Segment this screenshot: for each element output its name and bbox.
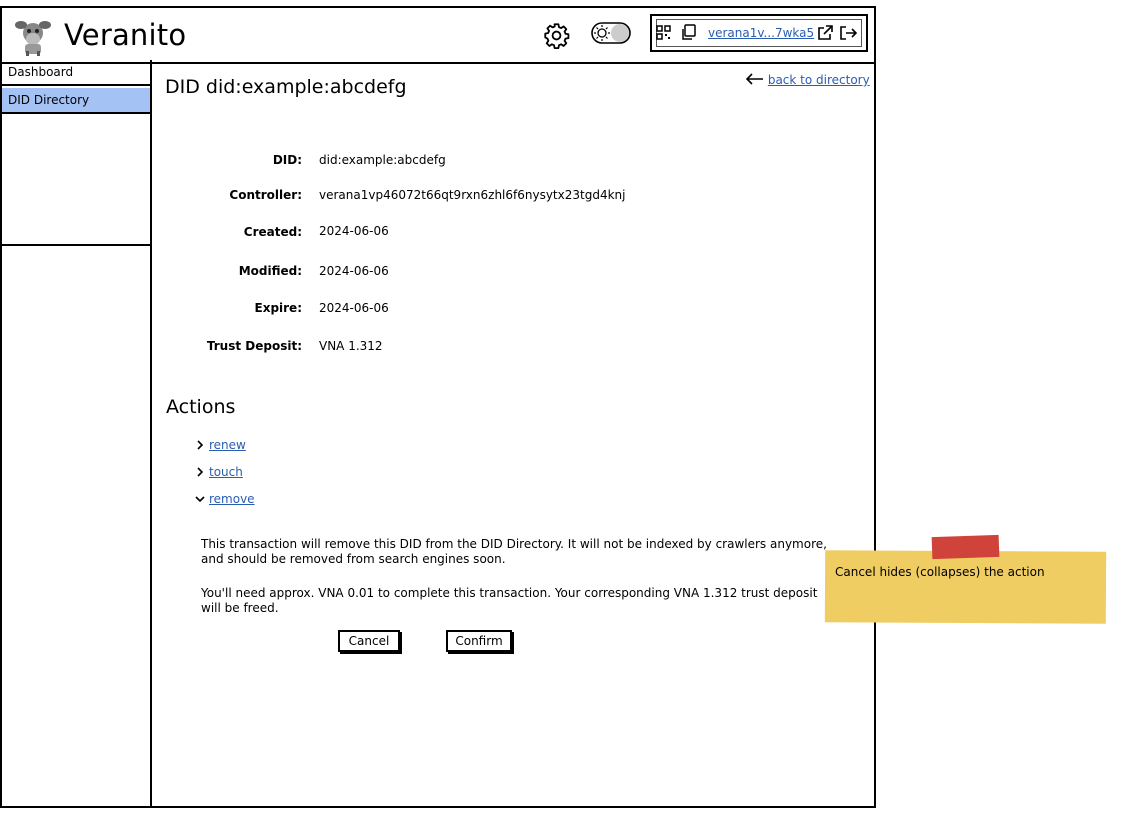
sidebar-item-dashboard[interactable]: Dashboard — [2, 60, 150, 86]
field-value-controller: verana1vp46072t66qt9rxn6zhl6f6nysytx23tg… — [319, 188, 626, 202]
back-to-directory-link[interactable]: back to directory — [768, 73, 870, 87]
chevron-down-icon — [195, 496, 205, 503]
action-renew[interactable]: renew — [194, 438, 246, 452]
sidebar-empty-block — [2, 116, 150, 246]
action-touch[interactable]: touch — [194, 465, 243, 479]
arrow-left-icon — [746, 73, 763, 85]
theme-toggle-icon[interactable] — [591, 22, 631, 44]
field-value-did: did:example:abcdefg — [319, 153, 446, 167]
app-title: Veranito — [64, 18, 187, 52]
page-title: DID did:example:abcdefg — [165, 76, 407, 98]
field-value-modified: 2024-06-06 — [319, 264, 389, 278]
chevron-right-icon — [197, 467, 204, 477]
field-label-did: DID: — [272, 153, 302, 167]
logout-icon[interactable] — [839, 25, 857, 41]
external-link-icon[interactable] — [817, 25, 833, 41]
action-remove[interactable]: remove — [194, 492, 255, 506]
action-touch-link[interactable]: touch — [209, 465, 243, 479]
remove-cost-note: You'll need approx. VNA 0.01 to complete… — [201, 586, 818, 615]
action-remove-link[interactable]: remove — [209, 492, 255, 506]
logo-icon — [15, 21, 51, 56]
wallet-address-link[interactable]: verana1v...7wka5 — [708, 26, 814, 40]
gear-icon[interactable] — [543, 22, 570, 49]
confirm-button[interactable]: Confirm — [446, 630, 512, 652]
sidebar: Dashboard DID Directory — [2, 60, 152, 808]
field-label-modified: Modified: — [238, 264, 302, 278]
sticky-note-tape — [931, 534, 1000, 560]
field-value-created: 2024-06-06 — [319, 224, 389, 238]
action-renew-link[interactable]: renew — [209, 438, 246, 452]
remove-description: This transaction will remove this DID fr… — [201, 537, 827, 566]
field-value-trust-deposit: VNA 1.312 — [319, 339, 383, 353]
field-label-expire: Expire: — [254, 301, 303, 315]
sticky-note — [824, 550, 1107, 624]
chevron-right-icon — [197, 440, 204, 450]
field-label-controller: Controller: — [229, 188, 302, 202]
actions-heading: Actions — [166, 396, 236, 418]
field-value-expire: 2024-06-06 — [319, 301, 389, 315]
sticky-note-text: Cancel hides (collapses) the action — [835, 565, 1045, 579]
copy-icon[interactable] — [680, 24, 697, 41]
back-to-directory[interactable]: back to directory — [746, 73, 870, 87]
sidebar-item-did-directory[interactable]: DID Directory — [2, 88, 150, 114]
cancel-button[interactable]: Cancel — [338, 630, 400, 652]
qr-code-icon[interactable] — [656, 25, 671, 40]
field-label-trust-deposit: Trust Deposit: — [206, 339, 302, 353]
field-label-created: Created: — [243, 225, 302, 239]
